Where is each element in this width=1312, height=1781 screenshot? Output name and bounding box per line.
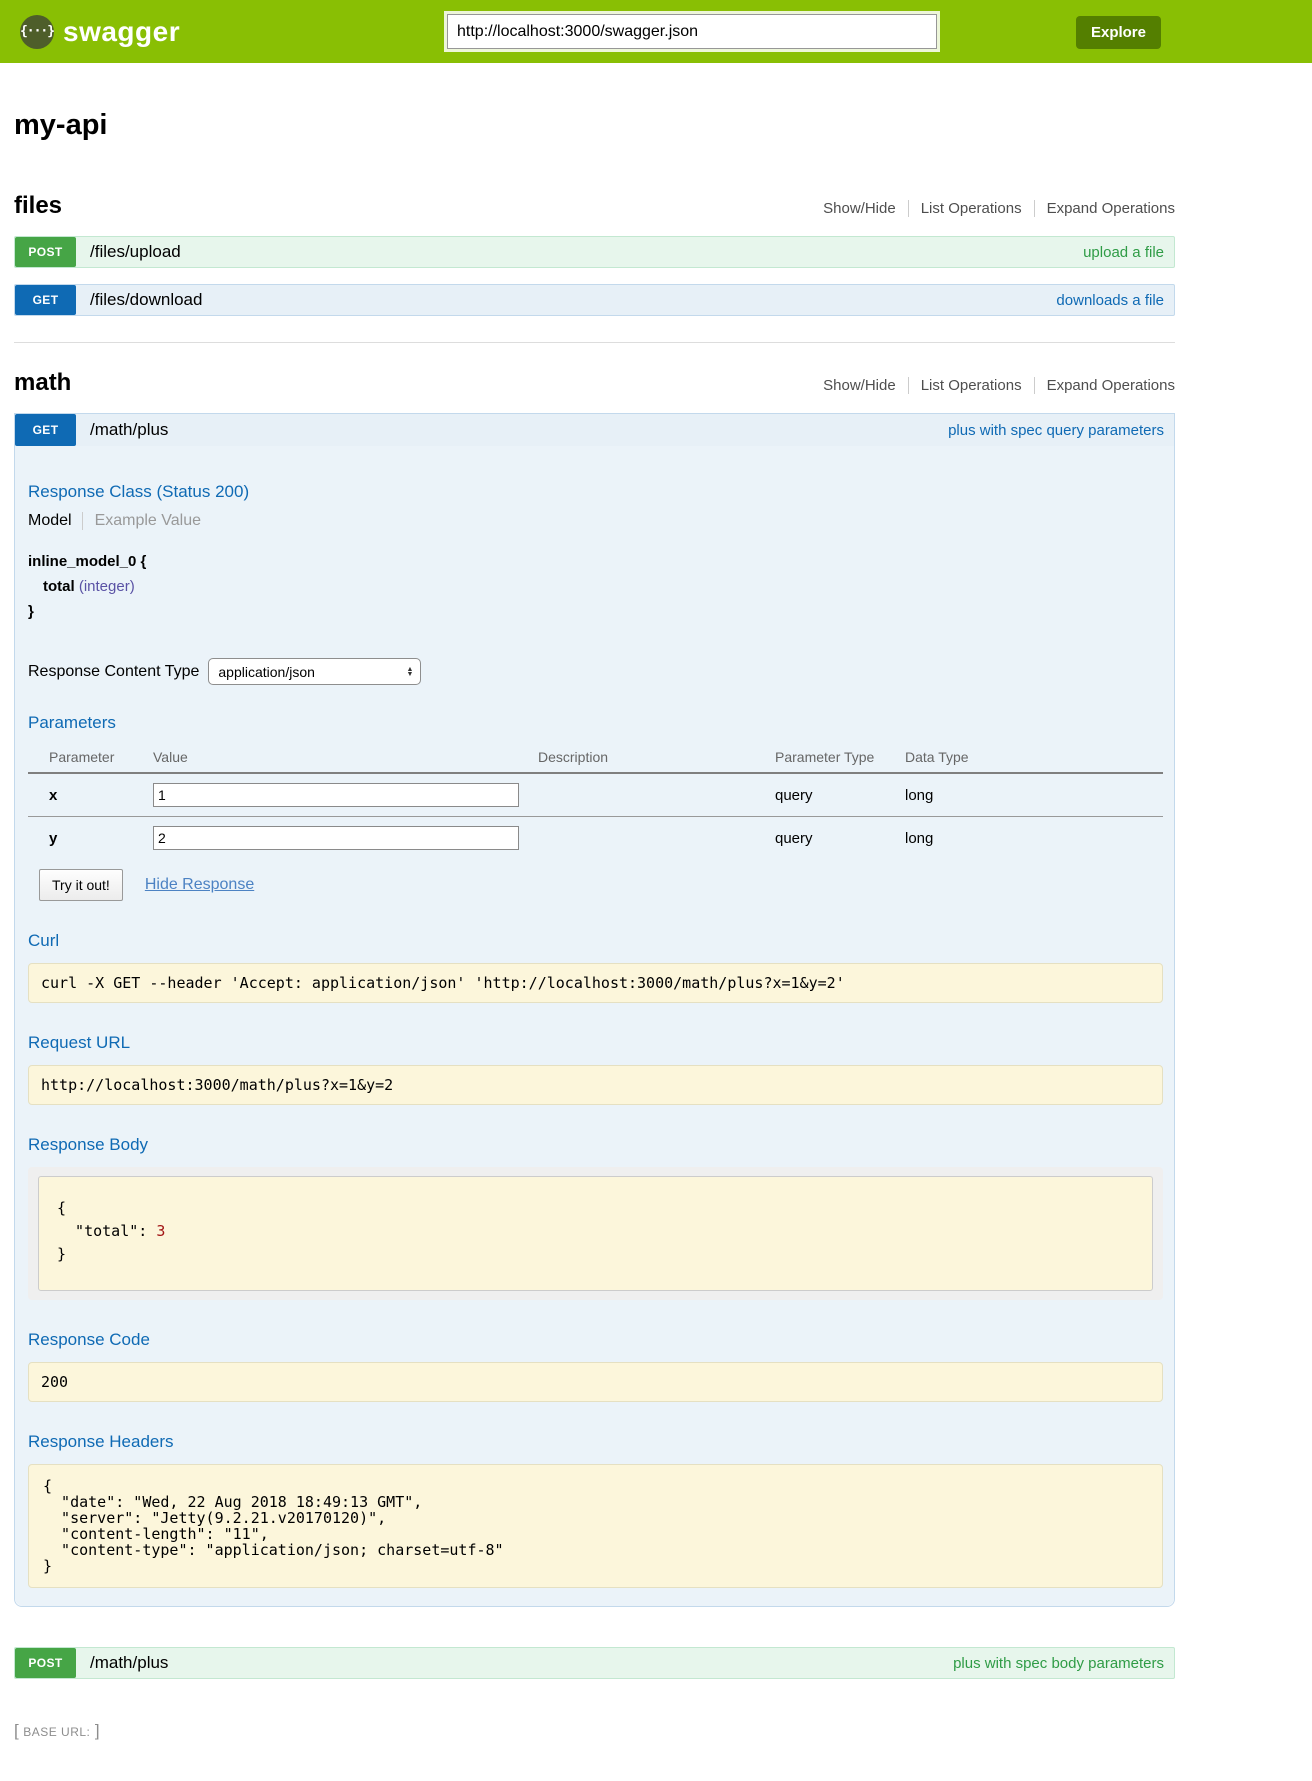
swagger-logo-label: swagger: [63, 16, 180, 48]
col-header-data-type: Data Type: [905, 743, 1163, 773]
swagger-logo[interactable]: {···} swagger: [20, 15, 180, 49]
files-expand-operations-link[interactable]: Expand Operations: [1034, 200, 1175, 217]
param-name: y: [28, 817, 153, 860]
response-body-heading: Response Body: [28, 1135, 1163, 1155]
response-code-block: 200: [28, 1362, 1163, 1402]
tab-example-value[interactable]: Example Value: [82, 512, 201, 530]
resource-math: math Show/Hide List Operations Expand Op…: [14, 342, 1175, 1679]
tab-model[interactable]: Model: [28, 512, 82, 530]
footer-bracket-open: [: [14, 1721, 19, 1740]
resource-math-options: Show/Hide List Operations Expand Operati…: [811, 377, 1175, 394]
param-type: query: [775, 773, 905, 817]
get-method-badge: GET: [15, 285, 76, 315]
files-upload-summary-link[interactable]: upload a file: [1083, 244, 1164, 261]
page-title: my-api: [14, 109, 1175, 142]
param-x-value-input[interactable]: [153, 783, 519, 807]
operation-content: Response Class (Status 200) Model Exampl…: [15, 446, 1174, 1606]
math-show-hide-link[interactable]: Show/Hide: [811, 377, 908, 394]
operation-row-get-math-plus: GET /math/plus plus with spec query para…: [15, 414, 1174, 446]
files-upload-path-link[interactable]: /files/upload: [90, 242, 181, 262]
request-url-block: http://localhost:3000/math/plus?x=1&y=2: [28, 1065, 1163, 1105]
post-method-badge: POST: [15, 1648, 76, 1678]
response-headers-heading: Response Headers: [28, 1432, 1163, 1452]
files-show-hide-link[interactable]: Show/Hide: [811, 200, 908, 217]
signature-tabs: Model Example Value: [28, 512, 1163, 530]
response-content-type-select[interactable]: application/json ▲▼: [208, 658, 421, 685]
col-header-parameter-type: Parameter Type: [775, 743, 905, 773]
param-name: x: [28, 773, 153, 817]
table-row-param-x: x query long: [28, 773, 1163, 817]
math-list-operations-link[interactable]: List Operations: [908, 377, 1034, 394]
param-y-value-input[interactable]: [153, 826, 519, 850]
base-url-footer: [ BASE URL: ]: [14, 1721, 1175, 1781]
response-content-type-value: application/json: [218, 664, 315, 680]
response-class-heading: Response Class (Status 200): [28, 482, 1163, 502]
curl-command-block: curl -X GET --header 'Accept: applicatio…: [28, 963, 1163, 1003]
response-headers-block: { "date": "Wed, 22 Aug 2018 18:49:13 GMT…: [28, 1464, 1163, 1588]
parameters-table: Parameter Value Description Parameter Ty…: [28, 743, 1163, 859]
files-download-path-link[interactable]: /files/download: [90, 290, 202, 310]
resource-files-options: Show/Hide List Operations Expand Operati…: [811, 200, 1175, 217]
files-list-operations-link[interactable]: List Operations: [908, 200, 1034, 217]
base-url-label: BASE URL:: [23, 1725, 90, 1739]
math-plus-post-summary-link[interactable]: plus with spec body parameters: [953, 1655, 1164, 1672]
model-open-line: inline_model_0 {: [28, 550, 1163, 575]
response-body-json-close: }: [57, 1245, 66, 1263]
operation-row-post-math-plus: POST /math/plus plus with spec body para…: [14, 1647, 1175, 1679]
math-expand-operations-link[interactable]: Expand Operations: [1034, 377, 1175, 394]
model-prop-name: total: [43, 578, 75, 595]
operation-get-math-plus-expanded: GET /math/plus plus with spec query para…: [14, 413, 1175, 1607]
get-method-badge: GET: [15, 414, 76, 446]
resource-files-title: files: [14, 192, 62, 220]
resource-math-title: math: [14, 369, 71, 397]
swagger-logo-icon: {···}: [20, 15, 54, 49]
response-content-type-label: Response Content Type: [28, 663, 199, 681]
model-signature: inline_model_0 { total (integer) }: [28, 550, 1163, 624]
post-method-badge: POST: [15, 237, 76, 267]
math-plus-get-path-link[interactable]: /math/plus: [90, 420, 168, 440]
response-body-json: { "total":: [57, 1199, 156, 1240]
param-description: [538, 817, 775, 860]
response-body-container: { "total": 3 }: [28, 1167, 1163, 1300]
parameters-heading: Parameters: [28, 713, 1163, 733]
param-description: [538, 773, 775, 817]
col-header-parameter: Parameter: [28, 743, 153, 773]
try-it-out-button[interactable]: Try it out!: [39, 869, 123, 901]
param-type: query: [775, 817, 905, 860]
param-data-type: long: [905, 817, 1163, 860]
math-plus-get-summary-link[interactable]: plus with spec query parameters: [948, 422, 1164, 439]
table-row-param-y: y query long: [28, 817, 1163, 860]
footer-bracket-close: ]: [95, 1721, 100, 1740]
col-header-value: Value: [153, 743, 538, 773]
response-code-heading: Response Code: [28, 1330, 1163, 1350]
response-body-block: { "total": 3 }: [38, 1176, 1153, 1291]
param-data-type: long: [905, 773, 1163, 817]
model-close-line: }: [28, 600, 1163, 625]
operation-row-post-files-upload: POST /files/upload upload a file: [14, 236, 1175, 268]
curl-heading: Curl: [28, 931, 1163, 951]
operation-row-get-files-download: GET /files/download downloads a file: [14, 284, 1175, 316]
col-header-description: Description: [538, 743, 775, 773]
header-bar: {···} swagger Explore: [0, 0, 1312, 63]
resource-files: files Show/Hide List Operations Expand O…: [14, 192, 1175, 316]
model-prop-type: (integer): [79, 578, 135, 595]
explore-button[interactable]: Explore: [1076, 16, 1161, 49]
response-body-number: 3: [156, 1222, 165, 1240]
request-url-heading: Request URL: [28, 1033, 1163, 1053]
files-download-summary-link[interactable]: downloads a file: [1056, 292, 1164, 309]
hide-response-link[interactable]: Hide Response: [145, 876, 254, 894]
select-arrows-icon: ▲▼: [406, 667, 413, 677]
spec-url-input[interactable]: [447, 14, 937, 49]
math-plus-post-path-link[interactable]: /math/plus: [90, 1653, 168, 1673]
